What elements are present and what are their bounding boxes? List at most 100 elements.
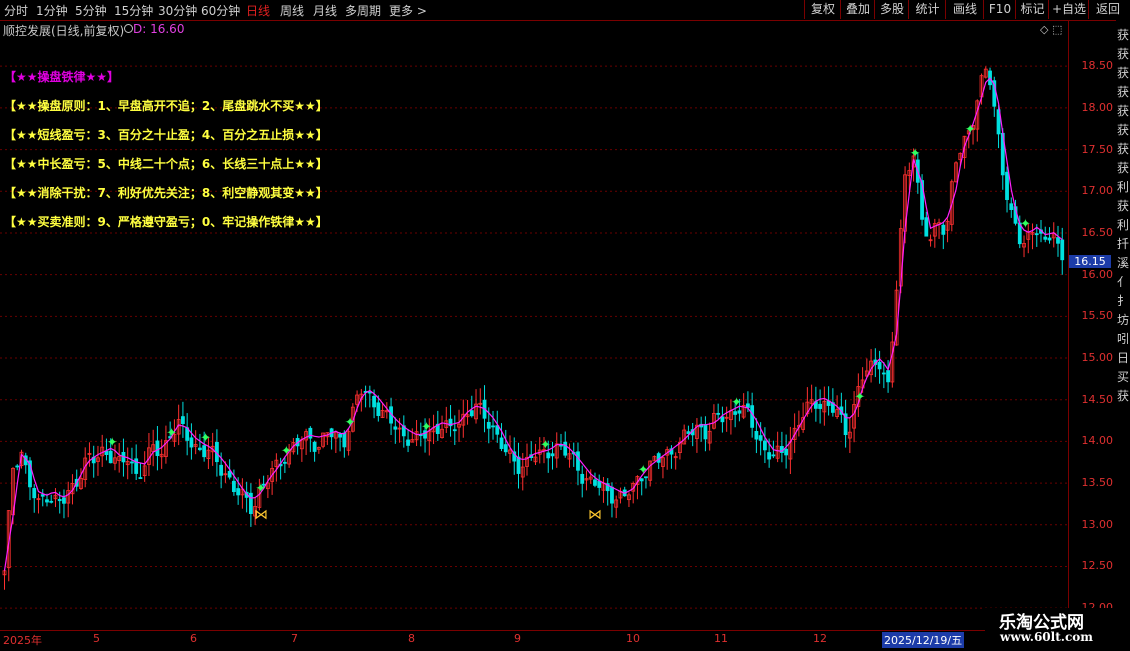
candle-body (703, 424, 708, 440)
period-tab-8[interactable]: 月线 (313, 2, 337, 19)
buy-signal-icon: ✦ (166, 426, 177, 441)
info-bar: 顺控发展(日线,前复权) D: 16.60 (0, 21, 1068, 38)
candle-body (746, 403, 750, 408)
candle-body (452, 429, 457, 432)
date-axis: 2025/12/19/五 2025年 5 6 7 8 9 10 11 12 (0, 630, 1068, 651)
rule-line-1: 【★★操盘原则：1、早盘高开不追；2、尾盘跳水不买★★】 (4, 99, 328, 113)
date-tick-3: 7 (291, 632, 298, 645)
candle-body (758, 435, 763, 441)
candle-body (546, 452, 551, 459)
buy-signal-icon: ✦ (965, 123, 976, 138)
candle-body (610, 486, 614, 504)
side-strip-char-2: 获 (1117, 66, 1130, 80)
period-tab-0[interactable]: 分时 (4, 2, 28, 19)
candle-body (593, 479, 597, 486)
candle-body (108, 450, 113, 464)
d-value-readout: D: 16.60 (133, 22, 185, 36)
period-tab-3[interactable]: 15分钟 (114, 2, 153, 19)
period-tab-1[interactable]: 1分钟 (36, 2, 68, 19)
buy-signal-icon: ✦ (421, 420, 432, 435)
rule-line-2: 【★★短线盈亏：3、百分之十止盈；4、百分之五止损★★】 (4, 128, 328, 142)
side-strip-char-14: 扌 (1117, 294, 1130, 308)
toolbar-button-7[interactable]: +自选 (1048, 0, 1089, 19)
side-strip-char-0: 获 (1117, 28, 1130, 42)
buy-signal-icon: ✦ (854, 390, 865, 405)
candle-body (57, 499, 62, 502)
candle-body (576, 451, 580, 471)
side-strip-char-5: 获 (1117, 123, 1130, 137)
period-tab-5[interactable]: 60分钟 (201, 2, 240, 19)
candle-body (338, 433, 342, 438)
candle-body (236, 488, 241, 496)
candle-body (367, 391, 372, 394)
candle-body (312, 441, 317, 452)
toolbar-button-1[interactable]: 叠加 (840, 0, 875, 19)
period-tab-7[interactable]: 周线 (280, 2, 304, 19)
candle-body (941, 224, 946, 235)
toolbar-button-6[interactable]: 标记 (1015, 0, 1049, 19)
toolbar-button-4[interactable]: 画线 (945, 0, 984, 19)
price-axis: 18.50 18.00 17.50 17.00 16.50 16.00 15.50 15.00… (1068, 20, 1117, 630)
price-tick-4: 16.50 (1081, 225, 1114, 239)
candle-body (818, 403, 823, 409)
candle-body (231, 480, 236, 493)
toolbar-button-8[interactable]: 返回 (1088, 0, 1127, 19)
side-strip-char-11: 扦 (1117, 237, 1130, 251)
candle-body (639, 478, 644, 482)
candle-body (40, 494, 45, 497)
candle-body (924, 217, 929, 237)
indicator-dot-icon[interactable] (124, 24, 133, 33)
period-tab-6[interactable]: 日线 (246, 2, 270, 19)
candle-body (219, 464, 224, 476)
candle-body (49, 500, 54, 503)
candle-body (754, 431, 759, 440)
buy-signal-icon: ✦ (281, 444, 292, 459)
period-tab-2[interactable]: 5分钟 (75, 2, 107, 19)
candle-body (720, 416, 725, 423)
candle-body (1034, 233, 1039, 236)
date-tick-0: 2025年 (3, 634, 42, 647)
date-tick-5: 9 (514, 632, 521, 645)
candle-body (716, 412, 721, 415)
period-tab-10[interactable]: 更多 > (389, 2, 427, 19)
candle-body (181, 416, 185, 424)
watermark: 乐淘公式网 www.60lt.com (985, 608, 1125, 648)
candle-body (342, 432, 347, 448)
toolbar-button-5[interactable]: F10 (983, 0, 1016, 19)
date-tick-1: 5 (93, 632, 100, 645)
date-tick-4: 8 (408, 632, 415, 645)
candle-body (138, 477, 143, 479)
price-tick-5: 16.00 (1081, 267, 1114, 281)
candle-body (597, 480, 602, 488)
date-tick-8: 12 (813, 632, 827, 645)
side-strip-char-4: 获 (1117, 104, 1130, 118)
candle-body (406, 439, 410, 446)
candle-body (491, 425, 495, 428)
period-tab-4[interactable]: 30分钟 (158, 2, 197, 19)
candle-body (202, 445, 207, 458)
candle-body (1047, 237, 1052, 241)
side-strip-char-9: 获 (1117, 199, 1130, 213)
candle-body (503, 444, 508, 453)
period-tab-9[interactable]: 多周期 (345, 2, 381, 19)
candle-body (559, 444, 563, 447)
rule-line-5: 【★★买卖准则：9、严格遵守盈亏；0、牢记操作铁律★★】 (4, 215, 328, 229)
toolbar-button-0[interactable]: 复权 (804, 0, 841, 19)
side-strip-char-1: 获 (1117, 47, 1130, 61)
candle-body (469, 410, 474, 417)
candle-body (130, 461, 134, 464)
butterfly-icon: ⋈ (254, 507, 268, 523)
side-strip[interactable]: 获获获获获获获获利获利扦溪亻扌坊吲日买获 (1116, 20, 1130, 630)
buy-signal-icon: ✦ (107, 435, 118, 450)
candle-body (15, 465, 20, 468)
window-controls[interactable]: ◇ ⬚ (1040, 23, 1062, 36)
toolbar-button-3[interactable]: 统计 (908, 0, 946, 19)
price-tick-2: 17.50 (1081, 142, 1114, 156)
candle-body (1009, 203, 1014, 210)
buy-signal-icon: ✦ (540, 438, 551, 453)
buy-signal-icon: ✦ (345, 415, 356, 430)
butterfly-icon: ⋈ (588, 507, 602, 523)
candle-body (1005, 171, 1009, 200)
toolbar-button-2[interactable]: 多股 (874, 0, 909, 19)
candle-body (376, 402, 381, 416)
